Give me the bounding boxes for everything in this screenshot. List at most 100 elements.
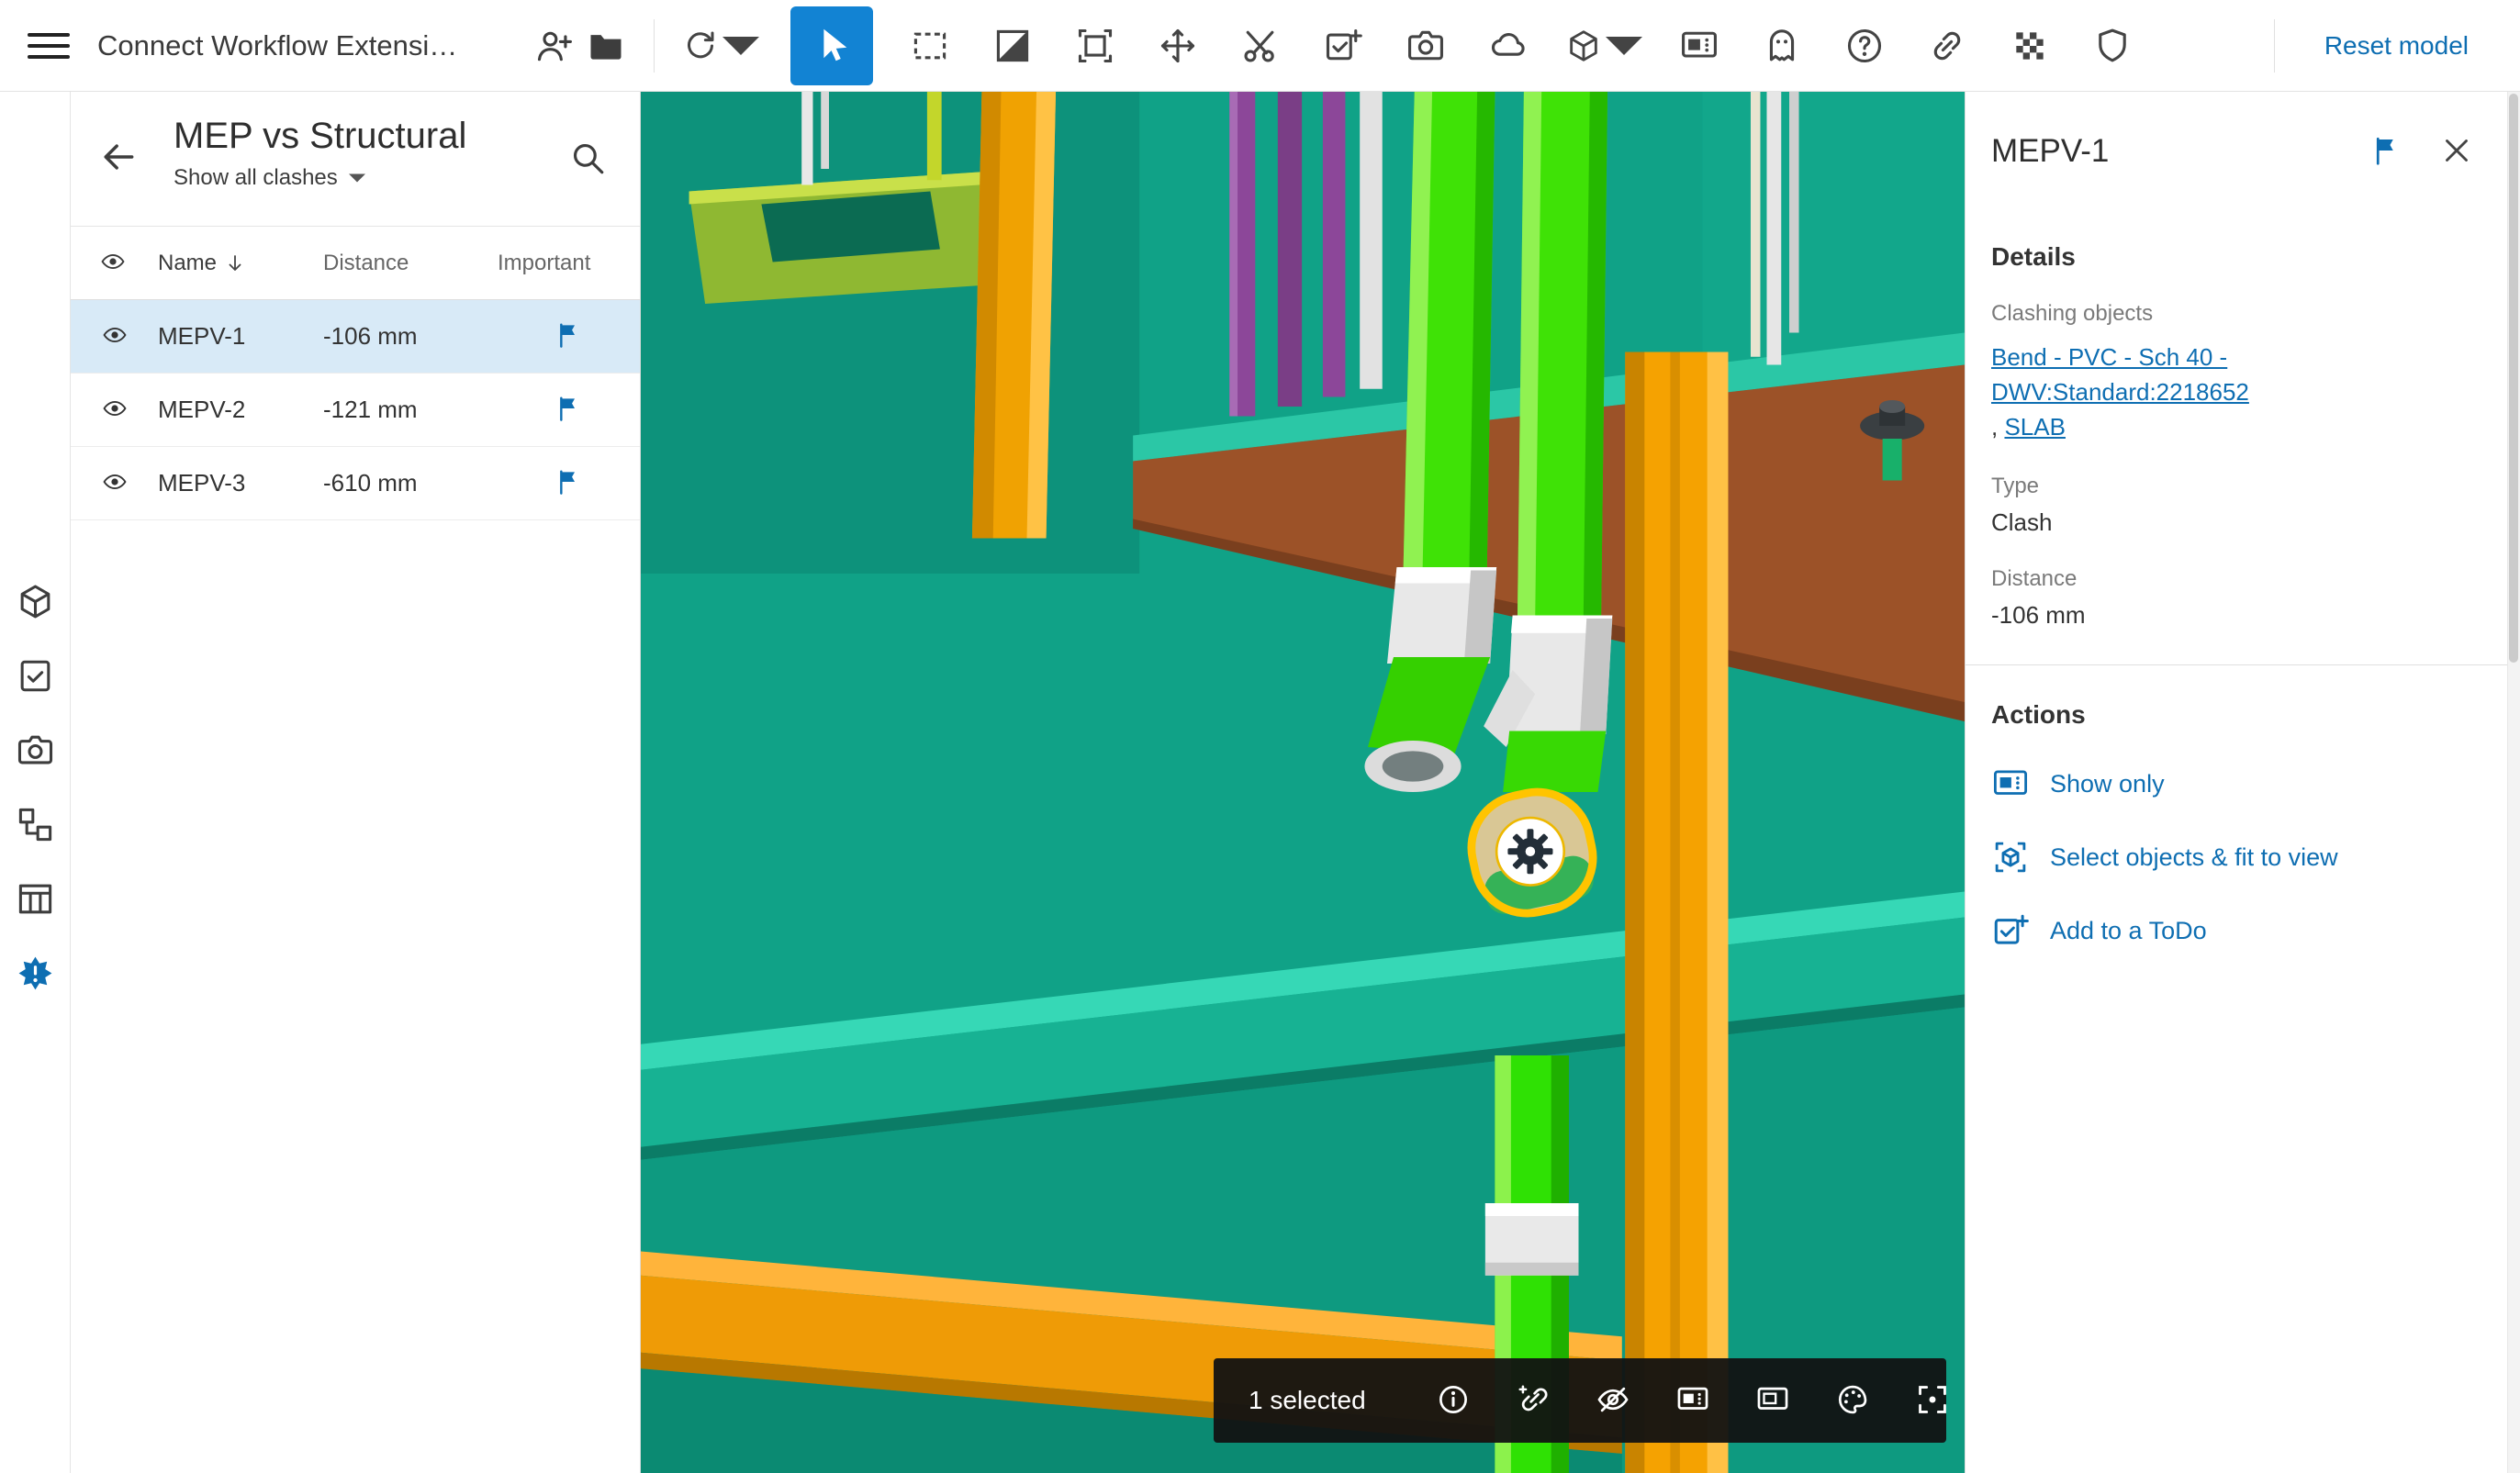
folder-icon[interactable] — [580, 17, 632, 75]
filter-label: Show all clashes — [174, 165, 338, 191]
left-rail — [0, 92, 71, 1473]
palette-icon[interactable] — [1834, 1382, 1871, 1419]
steel-column-right[interactable] — [1625, 352, 1728, 1473]
selection-count: 1 selected — [1249, 1386, 1366, 1415]
flag-icon[interactable] — [552, 393, 587, 428]
clashing-object-link-2[interactable]: SLAB — [2004, 413, 2066, 441]
close-icon[interactable] — [2437, 132, 2476, 171]
select-fit-icon — [1991, 838, 2030, 876]
info-icon[interactable] — [1435, 1382, 1472, 1419]
flag-icon[interactable] — [552, 319, 587, 354]
clash-detection-icon[interactable] — [14, 953, 56, 993]
add-to-todo-action[interactable]: Add to a ToDo — [1991, 911, 2207, 950]
column-header-important[interactable]: Important — [498, 251, 640, 276]
link-icon[interactable] — [1921, 17, 1973, 75]
reset-model-button[interactable]: Reset model — [2324, 31, 2469, 61]
select-objects-fit-action[interactable]: Select objects & fit to view — [1991, 838, 2338, 876]
object-separator: , — [1991, 413, 1998, 441]
clash-details-panel: MEPV-1 Details Clashing objects Bend - P… — [1965, 92, 2520, 1473]
top-bar: Connect Workflow Extensi… — [0, 0, 2520, 92]
chevron-down-icon — [722, 26, 759, 66]
clash-marker-icon[interactable] — [1496, 818, 1564, 886]
add-link-icon[interactable] — [1515, 1382, 1551, 1419]
invert-selection-icon[interactable] — [987, 17, 1038, 75]
add-people-icon[interactable] — [529, 17, 580, 75]
steel-column-left[interactable] — [972, 92, 1056, 539]
views-icon[interactable] — [14, 730, 56, 770]
actions-heading: Actions — [1991, 700, 2476, 730]
column-header-distance[interactable]: Distance — [323, 251, 498, 276]
markup-cloud-icon[interactable] — [1483, 17, 1534, 75]
hierarchy-icon[interactable] — [14, 804, 56, 844]
clash-distance: -121 mm — [323, 396, 498, 424]
menu-icon[interactable] — [28, 25, 70, 67]
scrollbar-thumb[interactable] — [2509, 94, 2518, 663]
selection-toolbar: 1 selected — [1214, 1358, 1946, 1443]
clash-row[interactable]: MEPV-2 -121 mm — [71, 374, 640, 447]
ghost-mode-icon[interactable] — [1756, 17, 1808, 75]
table-header: Name Distance Important — [71, 227, 640, 300]
show-all-clashes-dropdown[interactable]: Show all clashes — [174, 165, 365, 191]
page-title: MEP vs Structural — [174, 114, 466, 158]
clash-list-panel: MEP vs Structural Show all clashes Name … — [71, 92, 641, 1473]
show-only-icon[interactable] — [1674, 1382, 1711, 1419]
help-icon[interactable] — [1839, 17, 1890, 75]
tool-strip — [682, 6, 2138, 85]
clashing-object-link-1[interactable]: Bend - PVC - Sch 40 - DWV:Standard:22186… — [1991, 343, 2249, 406]
toolbar-divider — [654, 19, 655, 73]
back-icon[interactable] — [95, 134, 142, 182]
move-icon[interactable] — [1152, 17, 1204, 75]
flag-icon[interactable] — [2368, 132, 2406, 171]
hide-icon[interactable] — [1595, 1382, 1631, 1419]
presentation-mode-icon[interactable] — [1674, 17, 1725, 75]
models-icon[interactable] — [14, 581, 56, 621]
clash-distance: -610 mm — [323, 469, 498, 497]
marquee-select-icon[interactable] — [904, 17, 956, 75]
table-icon[interactable] — [14, 878, 56, 919]
chevron-down-icon — [1606, 26, 1642, 66]
clashing-objects-label: Clashing objects — [1991, 301, 2476, 327]
clash-name: MEPV-3 — [158, 469, 323, 497]
clash-name: MEPV-1 — [158, 322, 323, 351]
clash-row[interactable]: MEPV-3 -610 mm — [71, 447, 640, 520]
eye-icon[interactable] — [96, 469, 133, 498]
show-only-action[interactable]: Show only — [1991, 764, 2165, 803]
section-cut-icon[interactable] — [1235, 17, 1286, 75]
eye-icon[interactable] — [96, 396, 133, 425]
view-cube-icon[interactable] — [1565, 17, 1642, 75]
clash-row[interactable]: MEPV-1 -106 mm — [71, 300, 640, 374]
fit-to-view-icon[interactable] — [1914, 1382, 1951, 1419]
eye-icon[interactable] — [96, 322, 133, 352]
sort-desc-icon — [224, 252, 246, 274]
show-only-icon — [1991, 764, 2030, 803]
section-divider — [1966, 664, 2520, 665]
clash-distance: -106 mm — [323, 322, 498, 351]
details-heading: Details — [1991, 242, 2476, 272]
toolbar-divider — [2274, 19, 2275, 73]
select-icon[interactable] — [790, 6, 873, 85]
type-label: Type — [1991, 474, 2476, 499]
chevron-down-icon — [349, 173, 365, 184]
visibility-column-eye-icon — [96, 249, 133, 278]
distance-label: Distance — [1991, 566, 2476, 592]
search-icon[interactable] — [566, 138, 609, 180]
app-window: Connect Workflow Extensi… — [0, 0, 2520, 1473]
scrollbar[interactable] — [2507, 92, 2520, 1473]
todos-icon[interactable] — [14, 655, 56, 696]
3d-scene[interactable] — [641, 92, 1965, 1473]
clash-name: MEPV-2 — [158, 396, 323, 424]
checker-pattern-icon[interactable] — [2004, 17, 2055, 75]
isolate-icon[interactable] — [1754, 1382, 1791, 1419]
column-header-name[interactable]: Name — [158, 251, 323, 276]
distance-value: -106 mm — [1991, 601, 2476, 630]
add-todo-icon[interactable] — [1317, 17, 1369, 75]
add-todo-icon — [1991, 911, 2030, 950]
model-viewport[interactable]: 1 selected — [641, 92, 1965, 1473]
shield-icon[interactable] — [2087, 17, 2138, 75]
app-title: Connect Workflow Extensi… — [97, 29, 529, 62]
flag-icon[interactable] — [552, 466, 587, 501]
clash-details-title: MEPV-1 — [1991, 133, 2368, 170]
transform-frame-icon[interactable] — [1070, 17, 1121, 75]
rotate-view-icon[interactable] — [682, 17, 759, 75]
snapshot-icon[interactable] — [1400, 17, 1451, 75]
